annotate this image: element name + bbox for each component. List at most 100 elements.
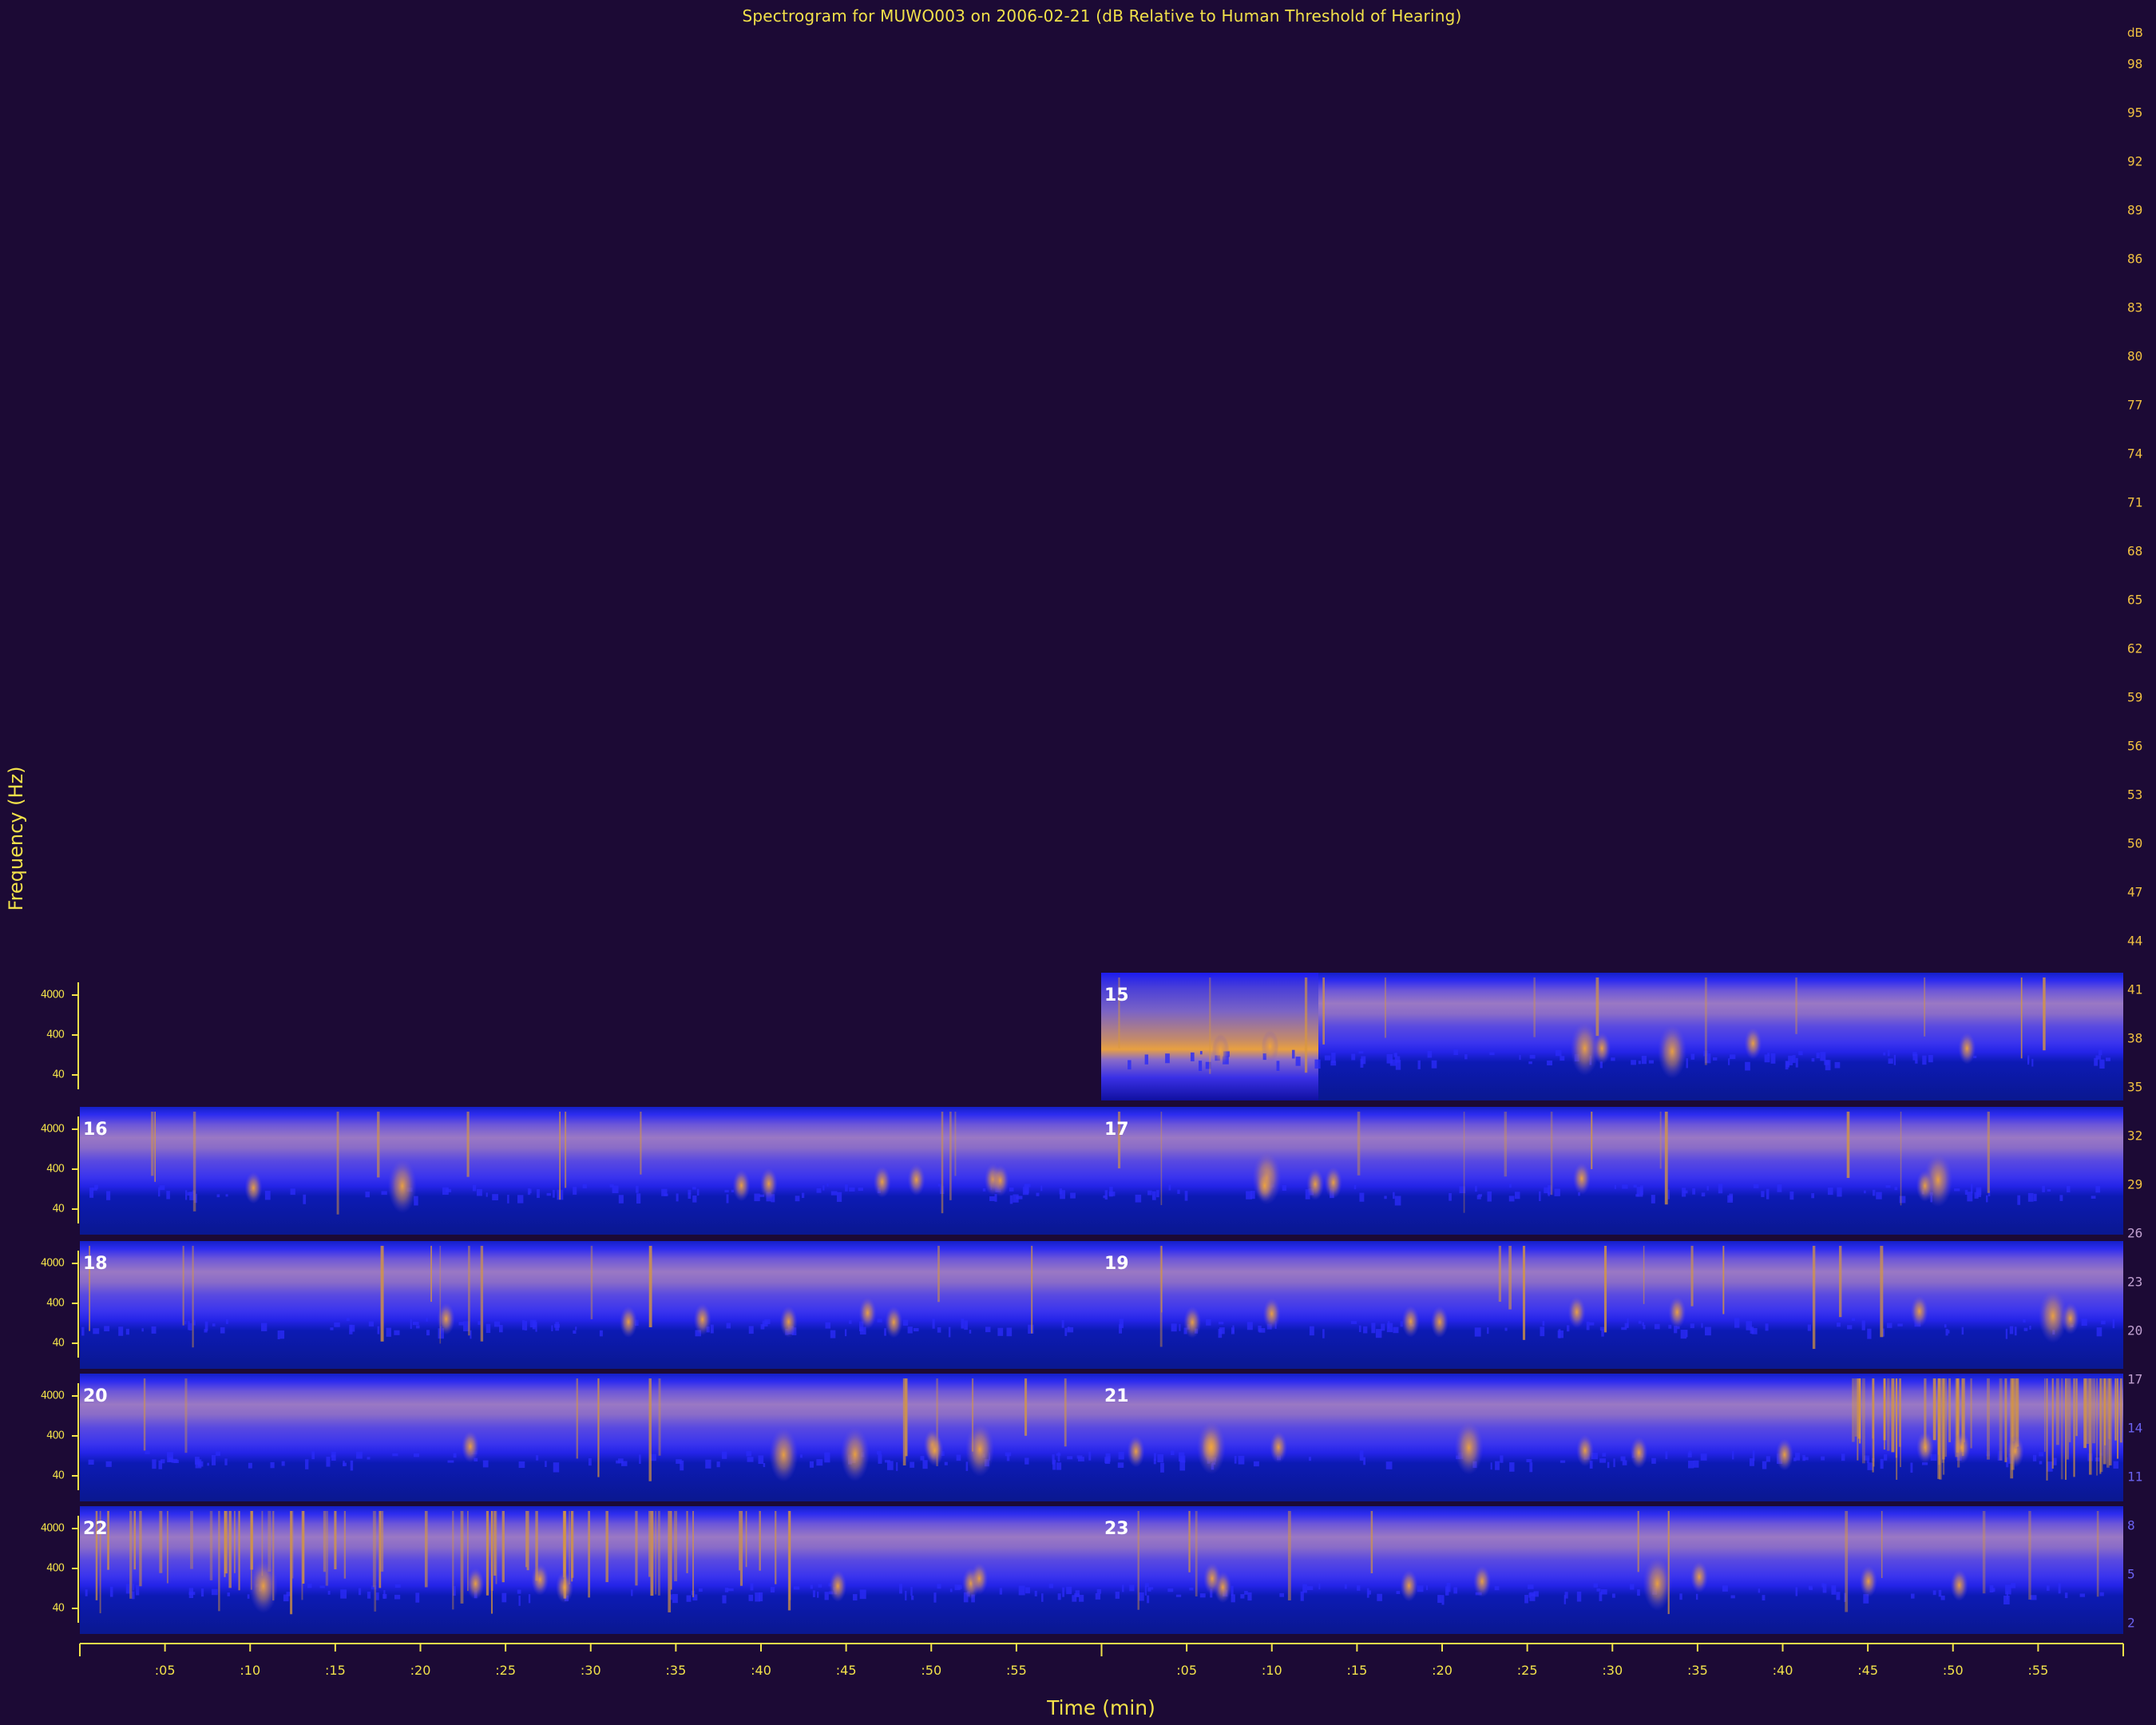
- noise-speck: [1732, 1451, 1734, 1460]
- noise-speck: [212, 1323, 216, 1326]
- noise-speck: [1206, 1319, 1211, 1326]
- spectrogram-panel-21: [1101, 1374, 2123, 1501]
- signal-streak: [2067, 1378, 2069, 1460]
- noise-speck: [1144, 1054, 1148, 1065]
- signal-blob: [244, 1172, 263, 1204]
- signal-streak: [218, 1511, 220, 1612]
- noise-speck: [524, 1320, 528, 1330]
- panel-label-23: 23: [1104, 1519, 1129, 1539]
- noise-speck: [1636, 1187, 1643, 1197]
- noise-speck: [964, 1320, 968, 1330]
- noise-speck: [1638, 1061, 1641, 1065]
- signal-blob: [2006, 1435, 2024, 1468]
- signal-blob: [248, 1558, 278, 1613]
- noise-speck: [1246, 1191, 1252, 1200]
- noise-speck: [1820, 1052, 1826, 1061]
- noise-speck: [631, 1589, 633, 1596]
- noise-speck: [2009, 1326, 2014, 1334]
- noise-speck: [1961, 1326, 1964, 1335]
- noise-speck: [1385, 1461, 1393, 1469]
- signal-streak: [325, 1511, 328, 1586]
- x-tick-label: :50: [921, 1663, 942, 1678]
- noise-speck: [748, 1326, 754, 1334]
- y-tick-label: 4000: [40, 989, 65, 1001]
- signal-streak: [1982, 1511, 1986, 1594]
- signal-streak: [1498, 1246, 1501, 1303]
- noise-speck: [1104, 1190, 1108, 1200]
- noise-speck: [311, 1451, 315, 1460]
- signal-streak: [468, 1246, 470, 1336]
- signal-streak: [133, 1511, 137, 1570]
- noise-speck: [1894, 1187, 1898, 1191]
- signal-streak: [1603, 1246, 1607, 1333]
- signal-streak: [2068, 1378, 2071, 1442]
- noise-speck: [886, 1461, 894, 1470]
- signal-streak: [1637, 1511, 1639, 1572]
- noise-speck: [350, 1460, 354, 1471]
- noise-speck: [944, 1461, 948, 1465]
- noise-speck: [2099, 1059, 2105, 1069]
- noise-speck: [545, 1461, 547, 1468]
- noise-speck: [1108, 1192, 1116, 1196]
- noise-speck: [1088, 1451, 1092, 1461]
- noise-speck: [1576, 1591, 1582, 1602]
- noise-speck: [877, 1319, 882, 1322]
- noise-speck: [1474, 1327, 1481, 1337]
- noise-speck: [1056, 1462, 1062, 1470]
- signal-streak: [129, 1511, 133, 1599]
- signal-streak: [192, 1246, 194, 1348]
- noise-speck: [754, 1193, 760, 1202]
- y-tick-label: 4000: [40, 1522, 65, 1535]
- x-axis-label: Time (min): [1047, 1696, 1155, 1719]
- noise-speck: [1279, 1592, 1285, 1597]
- noise-speck: [989, 1196, 995, 1201]
- noise-speck: [1885, 1185, 1891, 1188]
- noise-speck: [1074, 1593, 1080, 1597]
- signal-streak: [905, 1378, 908, 1457]
- noise-speck: [816, 1459, 823, 1466]
- x-tick-label: :45: [1857, 1663, 1878, 1678]
- colorbar-tick-label: 17: [2127, 1371, 2143, 1387]
- noise-speck: [136, 1584, 140, 1596]
- noise-speck: [1359, 1192, 1365, 1202]
- noise-speck: [759, 1592, 763, 1602]
- signal-streak: [657, 1511, 660, 1596]
- noise-speck: [747, 1457, 754, 1462]
- noise-speck: [1688, 1461, 1694, 1469]
- noise-speck: [1811, 1057, 1815, 1062]
- signal-streak: [184, 1378, 188, 1453]
- noise-speck: [1330, 1061, 1337, 1066]
- noise-speck: [1690, 1323, 1694, 1329]
- noise-speck: [1602, 1453, 1607, 1457]
- signal-blob: [461, 1430, 479, 1463]
- noise-speck: [1734, 1318, 1740, 1328]
- signal-streak: [323, 1511, 326, 1572]
- signal-blob: [1910, 1295, 1928, 1328]
- noise-speck: [2112, 1319, 2115, 1329]
- noise-speck: [195, 1457, 200, 1465]
- noise-speck: [81, 1326, 85, 1336]
- noise-speck: [1514, 1192, 1520, 1200]
- noise-speck: [1529, 1054, 1536, 1059]
- panel-background: [80, 1241, 1101, 1369]
- noise-speck: [1529, 1592, 1536, 1601]
- signal-streak: [2043, 1378, 2046, 1452]
- signal-streak: [2028, 1511, 2031, 1600]
- noise-speck: [621, 1461, 628, 1466]
- noise-speck: [911, 1595, 914, 1600]
- noise-speck: [1643, 1324, 1646, 1330]
- signal-blob: [1270, 1431, 1288, 1464]
- noise-speck: [2095, 1186, 2101, 1193]
- signal-streak: [1195, 1511, 1198, 1597]
- noise-speck: [1524, 1595, 1528, 1604]
- noise-speck: [1067, 1326, 1074, 1333]
- y-tick-label: 400: [46, 1562, 65, 1575]
- noise-speck: [2014, 1326, 2017, 1336]
- noise-speck: [1128, 1060, 1132, 1070]
- noise-speck: [1240, 1594, 1245, 1599]
- noise-speck: [93, 1328, 100, 1334]
- noise-speck: [1052, 1459, 1056, 1470]
- noise-speck: [1066, 1586, 1072, 1595]
- noise-speck: [1157, 1453, 1164, 1463]
- colorbar-tick-label: 83: [2127, 299, 2143, 315]
